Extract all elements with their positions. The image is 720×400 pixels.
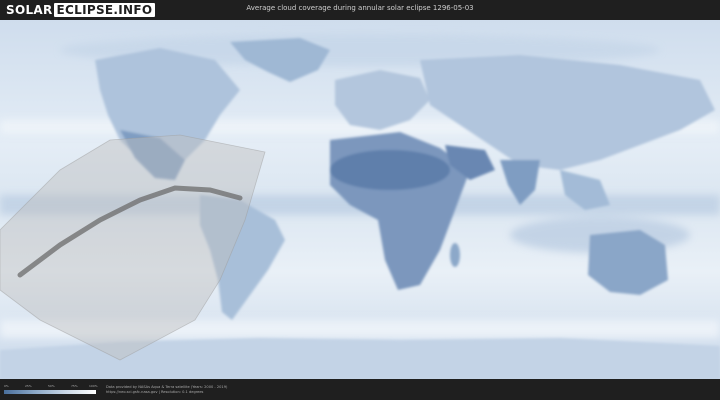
legend-tick-25: 25% bbox=[25, 384, 32, 388]
top-bar: SOLAR ECLIPSE.INFO Average cloud coverag… bbox=[0, 0, 720, 20]
data-credits: Data provided by NASAs Aqua & Terra sate… bbox=[106, 385, 227, 395]
legend-tick-labels: 0% 25% 50% 75% 100% bbox=[4, 384, 98, 389]
map-svg bbox=[0, 20, 720, 379]
legend-tick-0: 0% bbox=[4, 384, 9, 388]
legend-color-bar bbox=[4, 390, 96, 394]
map-title: Average cloud coverage during annular so… bbox=[246, 4, 474, 12]
credit-line-2[interactable]: https://neo.sci.gsfc.nasa.gov | Resoluti… bbox=[106, 390, 227, 395]
cloud-coverage-map bbox=[0, 20, 720, 379]
legend-tick-50: 50% bbox=[48, 384, 55, 388]
legend-tick-100: 100% bbox=[89, 384, 98, 388]
madagascar bbox=[450, 243, 460, 267]
coverage-legend: 0% 25% 50% 75% 100% bbox=[4, 384, 98, 396]
footer: 0% 25% 50% 75% 100% Data provided by NAS… bbox=[0, 379, 720, 400]
legend-tick-75: 75% bbox=[71, 384, 78, 388]
sahara-region bbox=[330, 150, 450, 190]
